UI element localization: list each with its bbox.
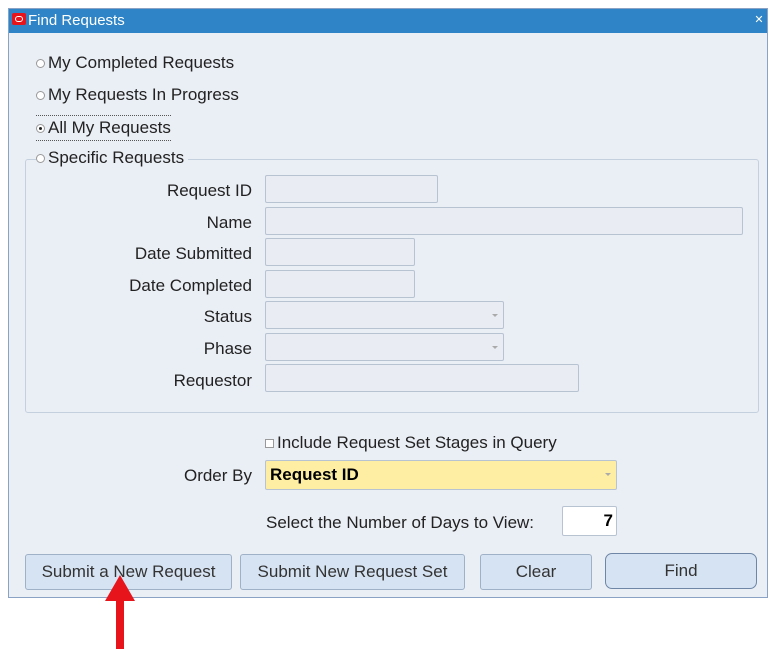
status-dropdown[interactable] xyxy=(265,301,504,329)
requestor-input[interactable] xyxy=(265,364,579,392)
find-button[interactable]: Find xyxy=(605,553,757,589)
submit-new-request-set-button[interactable]: Submit New Request Set xyxy=(240,554,465,590)
order-by-dropdown[interactable]: Request ID xyxy=(265,460,617,490)
radio-label: My Completed Requests xyxy=(48,53,235,72)
radio-all-my-requests[interactable]: All My Requests xyxy=(36,115,171,141)
radio-label: Specific Requests xyxy=(48,148,185,167)
include-stages-checkbox[interactable]: Include Request Set Stages in Query xyxy=(265,433,557,453)
date-completed-input[interactable] xyxy=(265,270,415,298)
label-date-submitted: Date Submitted xyxy=(134,244,252,263)
radio-label: My Requests In Progress xyxy=(48,85,239,104)
label-status: Status xyxy=(203,307,252,326)
name-input[interactable] xyxy=(265,207,743,235)
radio-completed-requests[interactable]: My Completed Requests xyxy=(36,53,234,73)
oracle-logo-icon xyxy=(12,13,26,25)
label-days-to-view: Select the Number of Days to View: xyxy=(266,513,535,532)
label-date-completed: Date Completed xyxy=(129,276,252,295)
close-icon[interactable]: ✕ xyxy=(754,15,764,26)
radio-specific-requests[interactable]: Specific Requests xyxy=(36,148,189,168)
red-arrow-annotation xyxy=(105,575,135,649)
days-to-view-input[interactable]: 7 xyxy=(562,506,617,536)
label-name: Name xyxy=(206,213,252,232)
title-bar: Find Requests ✕ xyxy=(9,9,767,33)
label-order-by: Order By xyxy=(183,466,252,485)
radio-label: All My Requests xyxy=(48,118,171,137)
find-requests-window: Find Requests ✕ My Completed Requests My… xyxy=(8,8,768,598)
clear-button[interactable]: Clear xyxy=(480,554,592,590)
window-title: Find Requests xyxy=(28,12,125,29)
label-phase: Phase xyxy=(203,339,252,358)
request-id-input[interactable] xyxy=(265,175,438,203)
label-requestor: Requestor xyxy=(173,371,252,390)
arrow-head xyxy=(105,575,135,601)
label-request-id: Request ID xyxy=(166,181,252,200)
date-submitted-input[interactable] xyxy=(265,238,415,266)
checkbox-label: Include Request Set Stages in Query xyxy=(277,433,557,452)
radio-requests-in-progress[interactable]: My Requests In Progress xyxy=(36,85,239,105)
phase-dropdown[interactable] xyxy=(265,333,504,361)
arrow-shaft xyxy=(116,599,124,649)
